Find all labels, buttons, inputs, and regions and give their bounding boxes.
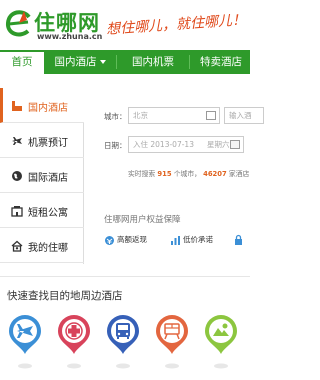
sidebar-item-domestic-hotel[interactable]: 国内酒店 — [0, 88, 84, 123]
header: 住哪网 www.zhuna.cn 想住哪儿，就住哪儿！ — [0, 0, 250, 50]
medical-cross-icon[interactable] — [57, 314, 91, 372]
sidebar-item-apartment[interactable]: 短租公寓 — [0, 193, 84, 228]
sidebar-item-label: 机票预订 — [28, 138, 68, 149]
city-input[interactable]: 北京 — [128, 107, 220, 124]
hotel-search-panel: 城市： 北京 输入酒 日期： 入住 2013-07-13 星期六 实时搜索 91… — [84, 88, 264, 264]
scenic-icon[interactable] — [204, 314, 238, 372]
hotel-unit: 家酒店 — [228, 170, 250, 178]
home-icon — [11, 240, 23, 252]
sidebar-item-label: 国际酒店 — [28, 173, 68, 184]
nav-domestic-hotel[interactable]: 国内酒店 — [44, 50, 116, 74]
train-icon[interactable] — [155, 314, 189, 372]
nav-sale-hotel-label: 特卖酒店 — [200, 56, 242, 68]
logo-url: www.zhuna.cn — [37, 32, 103, 41]
airplane-icon[interactable] — [8, 314, 42, 372]
sidebar-item-label: 国内酒店 — [28, 103, 68, 114]
slogan: 想住哪儿，就住哪儿！ — [105, 12, 247, 38]
checkin-date-input[interactable]: 入住 2013-07-13 星期六 — [128, 136, 244, 153]
badge-cashback[interactable]: 高额返现 — [104, 234, 147, 246]
city-unit: 个城市， — [173, 170, 201, 178]
city-input-value: 北京 — [133, 111, 148, 120]
keyword-placeholder: 输入酒 — [229, 111, 252, 120]
badge-label: 低价承诺 — [183, 235, 213, 244]
nav-home-label: 首页 — [11, 56, 33, 68]
checkin-date-value: 入住 2013-07-13 — [133, 140, 194, 149]
date-label: 日期： — [104, 141, 127, 150]
nav-domestic-flight-label: 国内机票 — [132, 56, 174, 68]
nav-domestic-hotel-label: 国内酒店 — [54, 56, 97, 68]
badge-label: 高额返现 — [117, 235, 147, 244]
nearby-title: 快速查找目的地周边酒店 — [7, 290, 123, 302]
globe-icon — [12, 171, 22, 181]
sidebar-item-flight[interactable]: 机票预订 — [0, 123, 84, 158]
badge-low-price[interactable]: 低价承诺 — [170, 234, 213, 246]
nav-domestic-flight[interactable]: 国内机票 — [117, 50, 189, 74]
lock-icon — [235, 234, 242, 245]
city-picker-icon — [206, 111, 216, 120]
bus-icon[interactable] — [106, 314, 140, 372]
city-count: 915 — [157, 170, 172, 178]
airplane-icon — [12, 137, 22, 145]
nav-sale-hotel[interactable]: 特卖酒店 — [190, 50, 252, 74]
sidebar-item-my-account[interactable]: 我的住哪 — [0, 228, 84, 263]
city-label: 城市： — [104, 112, 127, 121]
cashback-icon — [105, 235, 114, 245]
chevron-down-icon — [99, 60, 106, 64]
badge-security[interactable] — [233, 234, 246, 245]
calendar-icon — [230, 140, 240, 149]
apartment-icon — [11, 206, 23, 217]
section-divider — [0, 276, 250, 277]
stats-prefix: 实时搜索 — [128, 170, 156, 178]
checkin-weekday: 星期六 — [207, 140, 230, 149]
sidebar: 国内酒店 机票预订 国际酒店 短租公寓 我的住哪 — [0, 88, 84, 264]
chart-icon — [171, 235, 180, 245]
hotel-icon — [12, 101, 22, 111]
guarantee-title: 住哪网用户权益保障 — [104, 215, 181, 225]
sidebar-item-label: 短租公寓 — [28, 208, 68, 219]
main-nav: 首页 国内酒店 国内机票 特卖酒店 — [0, 50, 250, 74]
search-stats: 实时搜索 915 个城市， 46207 家酒店 — [128, 168, 249, 178]
nav-home[interactable]: 首页 — [0, 50, 44, 74]
logo-icon[interactable] — [4, 8, 34, 38]
hotel-count: 46207 — [203, 170, 227, 178]
sidebar-item-intl-hotel[interactable]: 国际酒店 — [0, 158, 84, 193]
keyword-input[interactable]: 输入酒 — [224, 107, 264, 124]
sidebar-item-label: 我的住哪 — [28, 243, 68, 254]
